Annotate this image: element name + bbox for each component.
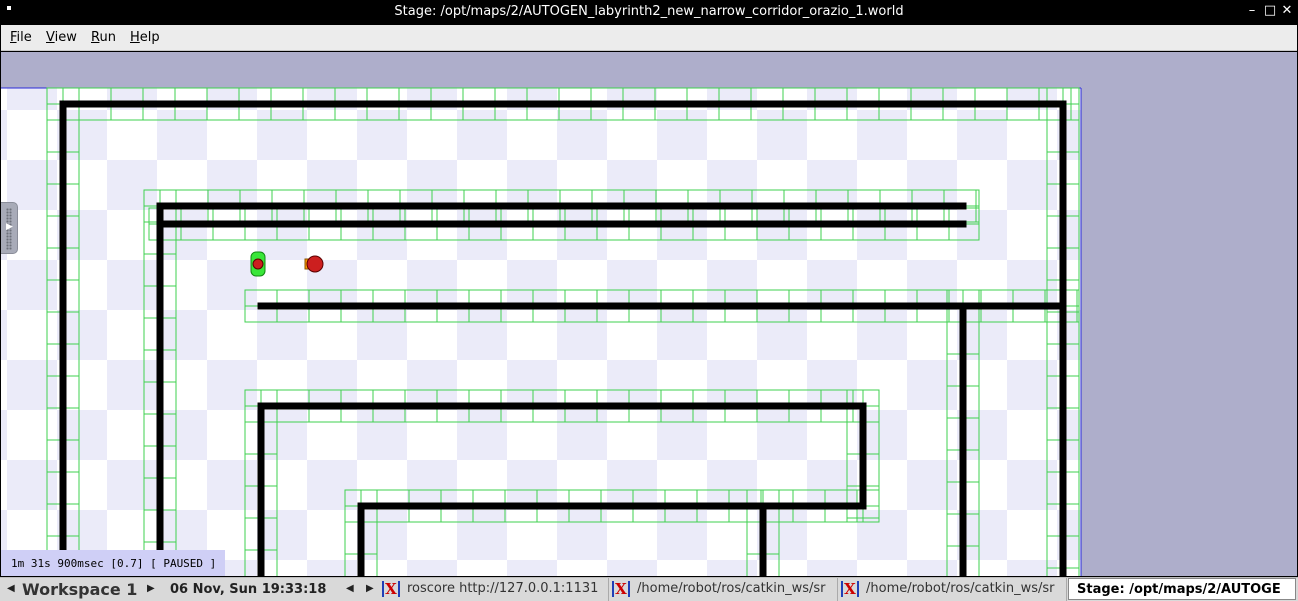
stage-window: Stage: /opt/maps/2/AUTOGEN_labyrinth2_ne… [0, 0, 1298, 601]
menu-run[interactable]: Run [91, 30, 116, 45]
simulation-status: 1m 31s 900msec [0.7] [ PAUSED ] [1, 550, 225, 576]
task-terminal-1[interactable]: X /home/robot/ros/catkin_ws/sr [610, 578, 838, 601]
side-panel-handle[interactable]: ▶ [1, 202, 18, 254]
menu-help-label: elp [139, 30, 160, 45]
menu-file-label: ile [16, 30, 32, 45]
close-icon[interactable]: ✕ [1279, 3, 1295, 19]
world-map[interactable] [1, 52, 1297, 576]
menu-view[interactable]: View [46, 30, 77, 45]
window-title: Stage: /opt/maps/2/AUTOGEN_labyrinth2_ne… [394, 4, 904, 19]
task-roscore[interactable]: X roscore http://127.0.0.1:1131 [380, 578, 609, 601]
title-bar[interactable]: Stage: /opt/maps/2/AUTOGEN_labyrinth2_ne… [0, 0, 1298, 24]
menu-help[interactable]: Help [130, 30, 160, 45]
menu-help-mnemonic: H [130, 30, 140, 45]
task-next-icon[interactable]: ▶ [366, 583, 374, 594]
taskbar: ◀ Workspace 1 ▶ 06 Nov, Sun 19:33:18 ◀ ▶… [0, 577, 1298, 601]
minimize-icon[interactable]: – [1244, 3, 1260, 19]
robot-green-icon [250, 251, 266, 277]
menu-bar: File View Run Help [1, 25, 1297, 51]
task-label: /home/robot/ros/catkin_ws/sr [637, 581, 826, 596]
robot-red-body [306, 255, 324, 273]
expand-arrow-icon: ▶ [6, 222, 13, 232]
task-terminal-2[interactable]: X /home/robot/ros/catkin_ws/sr [839, 578, 1067, 601]
maximize-icon[interactable]: □ [1262, 3, 1278, 19]
menu-run-label: un [99, 30, 116, 45]
xterm-icon: X [612, 581, 630, 597]
task-stage[interactable]: Stage: /opt/maps/2/AUTOGE [1068, 578, 1296, 600]
simulation-canvas[interactable]: ▶ 1m 31s 900msec [0.7] [ PAUSED ] [1, 52, 1297, 576]
menu-view-mnemonic: V [46, 30, 55, 45]
task-label: Stage: /opt/maps/2/AUTOGE [1077, 582, 1281, 597]
menu-view-label: iew [54, 30, 77, 45]
workspace-next-icon[interactable]: ▶ [147, 583, 155, 594]
taskbar-clock: 06 Nov, Sun 19:33:18 [170, 582, 327, 597]
robot-green-core [252, 258, 264, 270]
task-label: /home/robot/ros/catkin_ws/sr [866, 581, 1055, 596]
menu-file[interactable]: File [10, 30, 32, 45]
xterm-icon: X [382, 581, 400, 597]
workspace-label[interactable]: Workspace 1 [22, 580, 137, 599]
task-prev-icon[interactable]: ◀ [346, 583, 354, 594]
task-label: roscore http://127.0.0.1:1131 [407, 581, 599, 596]
xterm-icon: X [841, 581, 859, 597]
workspace-prev-icon[interactable]: ◀ [7, 583, 15, 594]
